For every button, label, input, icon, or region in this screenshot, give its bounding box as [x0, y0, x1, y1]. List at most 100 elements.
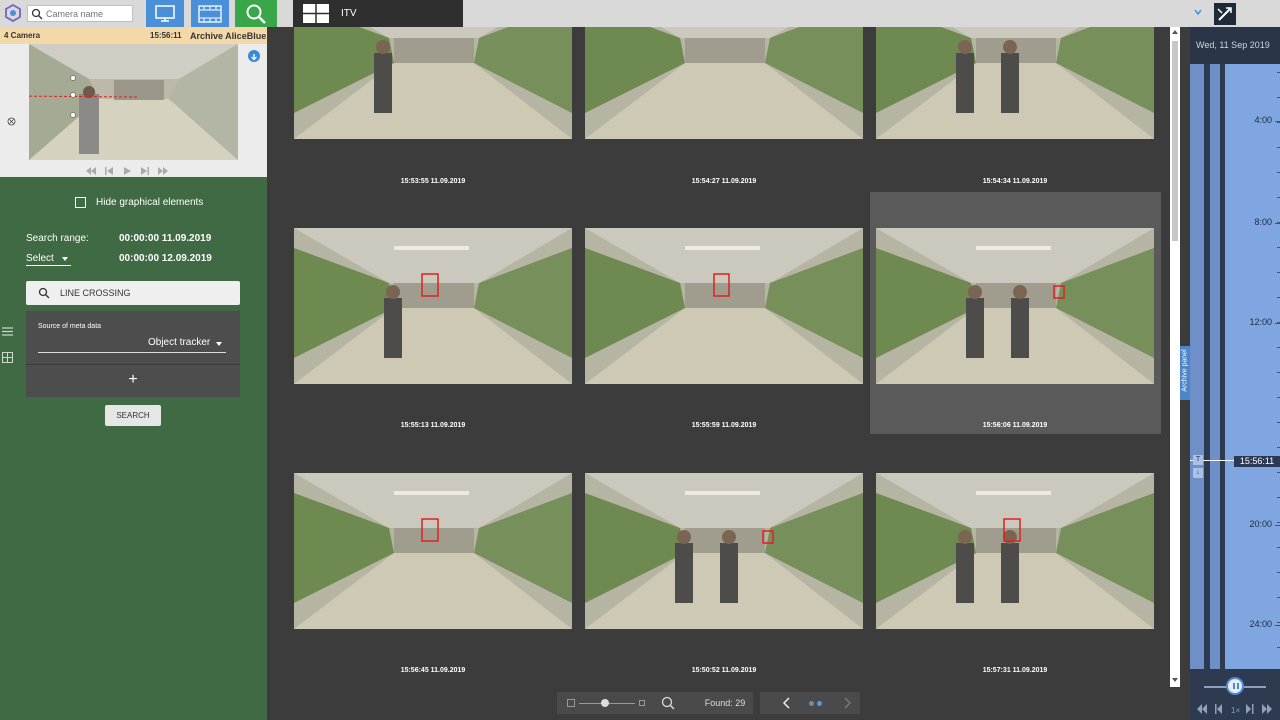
prev-page-icon[interactable]: [782, 697, 792, 709]
archive-timeline[interactable]: Wed, 11 Sep 2019 4:00 8:00 12:00 20:00 24:00…: [1190, 27, 1280, 720]
layout-grid-icon: [303, 4, 329, 23]
monitor-icon: [155, 4, 175, 22]
result-timestamp: 15:56:45 11.09.2019: [400, 667, 466, 674]
tools-button[interactable]: [1214, 3, 1236, 25]
line-endpoint-icon[interactable]: [7, 117, 16, 126]
search-button[interactable]: SEARCH: [105, 405, 161, 426]
meta-source-label: Source of meta data: [38, 323, 102, 330]
result-timestamp: 15:55:59 11.09.2019: [691, 422, 757, 429]
camera-name: 4 Camera: [4, 31, 41, 40]
search-mode-button[interactable]: [235, 0, 277, 27]
archive-panel-label: Archive panel: [1181, 349, 1189, 392]
archive-button[interactable]: [191, 0, 229, 27]
scroll-thumb[interactable]: [1172, 41, 1178, 241]
result-timestamp: 15:53:55 11.09.2019: [400, 178, 466, 185]
hide-graphics-label: Hide graphical elements: [96, 197, 204, 208]
search-type-label: LINE CROSSING: [60, 288, 131, 298]
search-range-label: Search range:: [26, 233, 89, 244]
archive-film-icon: [198, 4, 222, 23]
page-dot-2[interactable]: [817, 701, 822, 706]
layout-name: ITV: [341, 8, 357, 19]
timeline-tick-label: 12:00: [1249, 317, 1272, 327]
meta-data-box: Source of meta data Object tracker +: [26, 311, 240, 397]
timeline-marker-bottom[interactable]: ↓: [1193, 468, 1203, 478]
rewind-icon[interactable]: [85, 163, 97, 175]
zoom-icon[interactable]: [661, 696, 675, 710]
result-timestamp: 15:54:34 11.09.2019: [982, 178, 1048, 185]
svg-text:1×: 1×: [1231, 706, 1240, 715]
results-bottom-bar: Found: 29: [267, 687, 1190, 720]
timeline-scale[interactable]: 4:00 8:00 12:00 20:00 24:00: [1225, 64, 1280, 669]
list-view-icon[interactable]: [2, 326, 13, 337]
grid-view-icon[interactable]: [2, 352, 13, 363]
search-type-field[interactable]: LINE CROSSING: [26, 281, 240, 305]
result-thumbnail[interactable]: [876, 473, 1154, 629]
fast-forward-icon[interactable]: [157, 163, 169, 175]
camera-time: 15:56:11: [150, 31, 182, 40]
result-thumbnail[interactable]: [294, 27, 572, 139]
result-thumbnail[interactable]: [876, 228, 1154, 384]
live-view-button[interactable]: [146, 0, 184, 27]
scroll-up-arrow-icon[interactable]: [1172, 30, 1178, 34]
camera-header: 4 Camera 15:56:11 Archive AliceBlue: [0, 27, 267, 44]
results-scrollbar[interactable]: [1170, 27, 1180, 687]
camera-search-input[interactable]: [46, 7, 130, 20]
app-root: ITV 4 Camera 15:56:11 Archive AliceBlue: [0, 0, 1280, 720]
page-dot-1[interactable]: [809, 701, 814, 706]
camera-preview[interactable]: [0, 44, 267, 177]
play-icon[interactable]: [121, 163, 133, 175]
timeline-controls: 1×: [1190, 669, 1280, 720]
result-thumbnail[interactable]: [876, 27, 1154, 139]
search-range-to[interactable]: 00:00:00 12.09.2019: [119, 253, 212, 264]
timeline-tick-label: 4:00: [1254, 115, 1272, 125]
result-thumbnail[interactable]: [585, 473, 863, 629]
scroll-down-arrow-icon[interactable]: [1172, 678, 1178, 682]
result-thumbnail[interactable]: [294, 473, 572, 629]
magnifier-icon: [246, 4, 266, 24]
step-forward-icon[interactable]: [139, 163, 151, 175]
pause-button[interactable]: [1226, 677, 1244, 695]
result-thumbnail[interactable]: [585, 27, 863, 139]
add-condition-button[interactable]: +: [26, 364, 240, 397]
small-size-icon[interactable]: [567, 699, 575, 707]
size-slider-knob[interactable]: [601, 699, 609, 707]
layout-selector[interactable]: ITV: [293, 0, 463, 27]
camera-search-field[interactable]: [27, 5, 133, 22]
result-timestamp: 15:55:13 11.09.2019: [400, 422, 466, 429]
timeline-cursor-time: 15:56:11: [1234, 456, 1280, 467]
timeline-tick-label: 8:00: [1254, 217, 1272, 227]
result-timestamp: 15:50:52 11.09.2019: [691, 667, 757, 674]
search-left-panel: 4 Camera 15:56:11 Archive AliceBlue Hide…: [0, 27, 267, 720]
timeline-track-2[interactable]: [1210, 64, 1220, 669]
timeline-nav-icons[interactable]: 1×: [1196, 703, 1276, 715]
result-thumbnail[interactable]: [585, 228, 863, 384]
timeline-tick: [1275, 223, 1280, 224]
range-select-dropdown[interactable]: Select: [26, 253, 71, 266]
timeline-track-1[interactable]: [1190, 64, 1204, 669]
archive-panel-tab[interactable]: Archive panel: [1180, 346, 1190, 400]
pagination: [760, 692, 860, 714]
timeline-marker-top[interactable]: T: [1193, 455, 1203, 465]
next-page-icon[interactable]: [842, 697, 852, 709]
timeline-tick: [1275, 323, 1280, 324]
result-thumbnail[interactable]: [294, 228, 572, 384]
info-icon[interactable]: [248, 50, 260, 62]
timeline-date: Wed, 11 Sep 2019: [1190, 27, 1280, 64]
step-back-icon[interactable]: [103, 163, 115, 175]
result-timestamp: 15:57:31 11.09.2019: [982, 667, 1048, 674]
top-bar: ITV: [0, 0, 1280, 27]
tools-icon: [1217, 7, 1232, 21]
result-timestamp: 15:56:06 11.09.2019: [982, 422, 1048, 429]
found-count: Found: 29: [697, 692, 753, 714]
camera-frame-image[interactable]: [29, 44, 238, 160]
hide-graphics-row[interactable]: Hide graphical elements: [75, 197, 203, 208]
search-range-from[interactable]: 00:00:00 11.09.2019: [119, 233, 211, 244]
search-results-grid: 15:53:55 11.09.2019 15:54:27 11.09.2019 …: [267, 27, 1180, 687]
large-size-icon[interactable]: [639, 700, 645, 706]
collapse-arrow-icon[interactable]: [1194, 8, 1202, 18]
meta-source-value: Object tracker: [148, 337, 211, 348]
hide-graphics-checkbox[interactable]: [75, 197, 86, 208]
timeline-tick: [1275, 625, 1280, 626]
meta-source-dropdown[interactable]: Object tracker: [38, 337, 226, 353]
search-icon: [31, 8, 43, 20]
